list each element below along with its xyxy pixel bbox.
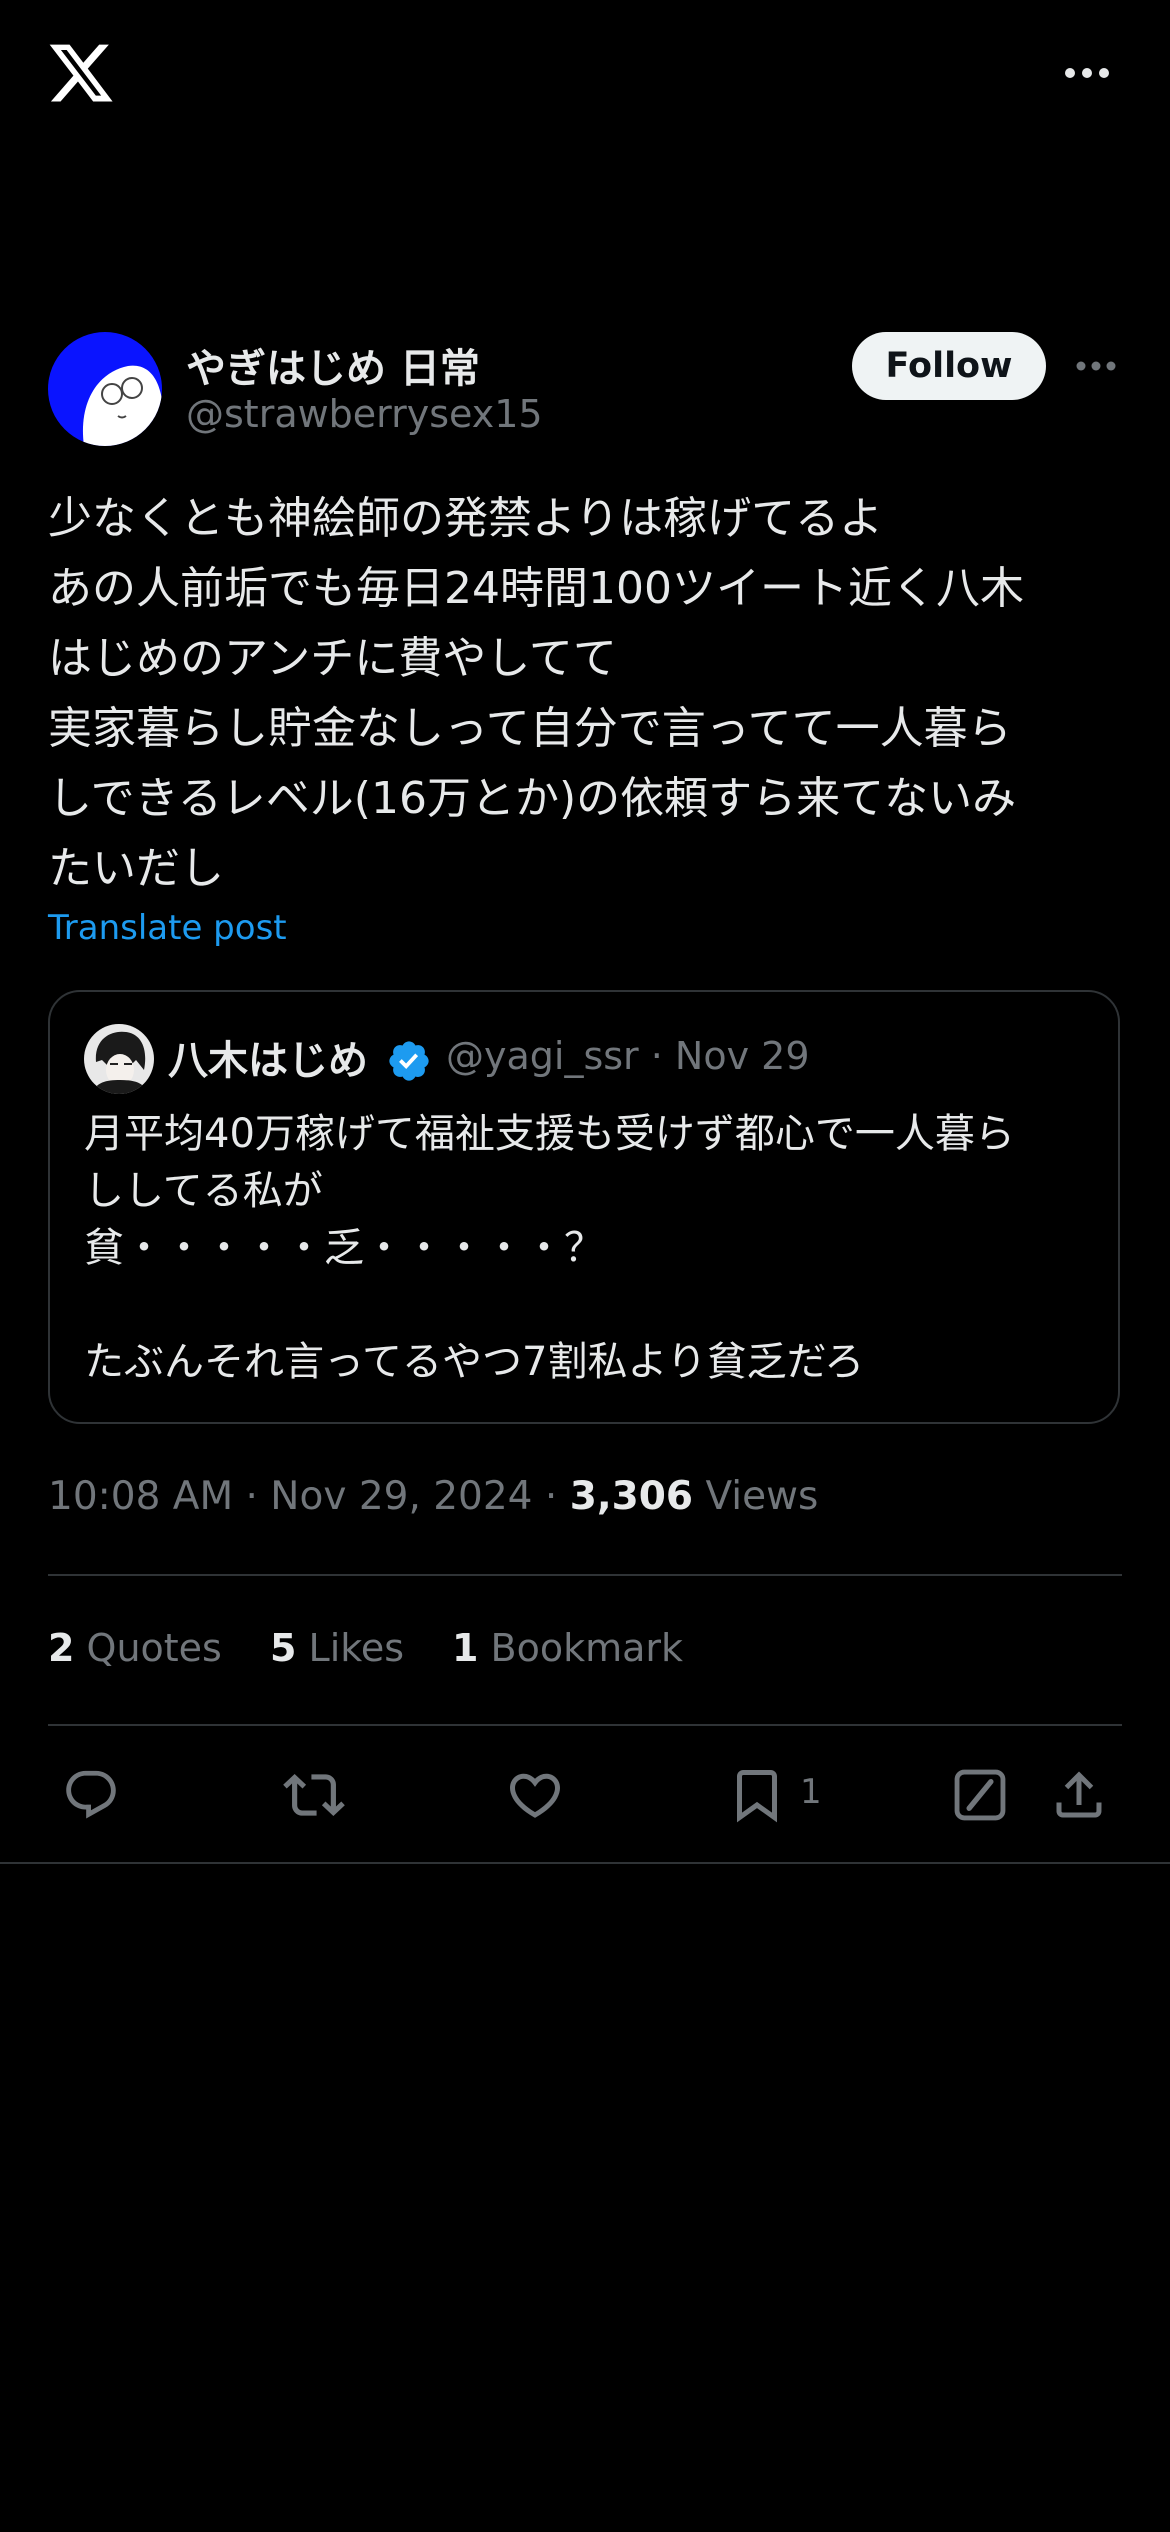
author-avatar[interactable] <box>48 332 162 446</box>
like-button[interactable] <box>500 1760 570 1830</box>
author-name[interactable]: やぎはじめ 日常 <box>186 336 480 394</box>
bookmark-icon <box>737 1770 777 1823</box>
likes-stat[interactable]: 5 Likes <box>270 1626 404 1670</box>
quotes-stat[interactable]: 2 Quotes <box>48 1626 222 1670</box>
views-label: Views <box>693 1474 819 1519</box>
quoted-tweet[interactable]: 八木はじめ @yagi_ssr · Nov 29 月平均40万稼げて福祉支援も受… <box>48 990 1120 1424</box>
grok-button[interactable] <box>945 1760 1015 1830</box>
reply-button[interactable] <box>56 1760 126 1830</box>
bookmarks-count: 1 <box>452 1626 479 1670</box>
bookmarks-label: Bookmark <box>478 1626 684 1670</box>
divider <box>0 1862 1170 1864</box>
tweet-metadata: 10:08 AM · Nov 29, 2024 · 3,306 Views <box>48 1474 818 1519</box>
bookmark-count: 1 <box>800 1772 822 1812</box>
repost-icon <box>283 1774 345 1816</box>
repost-button[interactable] <box>279 1760 349 1830</box>
quotes-label: Quotes <box>74 1626 222 1670</box>
verified-badge-icon <box>389 1041 429 1081</box>
likes-count: 5 <box>270 1626 297 1670</box>
more-options-icon[interactable] <box>1074 354 1118 378</box>
views-count: 3,306 <box>569 1474 694 1519</box>
author-handle[interactable]: @strawberrysex15 <box>186 392 543 436</box>
quoted-author-name[interactable]: 八木はじめ <box>168 1028 368 1086</box>
grok-icon <box>954 1769 1006 1821</box>
tweet-text: 少なくとも神絵師の発禁よりは稼げてるよ あの人前垢でも毎日24時間100ツイート… <box>48 493 1024 894</box>
translate-post-link[interactable]: Translate post <box>48 908 287 948</box>
share-icon <box>1056 1771 1102 1818</box>
likes-label: Likes <box>296 1626 405 1670</box>
divider <box>48 1724 1122 1726</box>
divider <box>48 1574 1122 1576</box>
action-bar: 1 <box>0 1760 1170 1830</box>
bookmark-button[interactable] <box>722 1760 792 1830</box>
quoted-tweet-text: 月平均40万稼げて福祉支援も受けず都心で一人暮ら ししてる私が 貧・・・・・乏・… <box>84 1111 1015 1385</box>
quotes-count: 2 <box>48 1626 75 1670</box>
more-options-icon[interactable] <box>1062 60 1112 86</box>
quoted-author-avatar[interactable] <box>84 1024 154 1094</box>
reply-icon <box>66 1770 116 1819</box>
bookmarks-stat[interactable]: 1 Bookmark <box>452 1626 683 1670</box>
share-button[interactable] <box>1044 1760 1114 1830</box>
heart-icon <box>509 1773 561 1818</box>
quoted-handle-date[interactable]: @yagi_ssr · Nov 29 <box>446 1034 810 1078</box>
top-bar <box>0 0 1170 150</box>
tweet-author: やぎはじめ 日常 @strawberrysex15 Follow <box>48 330 1123 450</box>
follow-button[interactable]: Follow <box>852 332 1046 400</box>
x-logo-icon[interactable] <box>46 38 116 108</box>
tweet-timestamp[interactable]: 10:08 AM · Nov 29, 2024 · <box>48 1474 570 1519</box>
